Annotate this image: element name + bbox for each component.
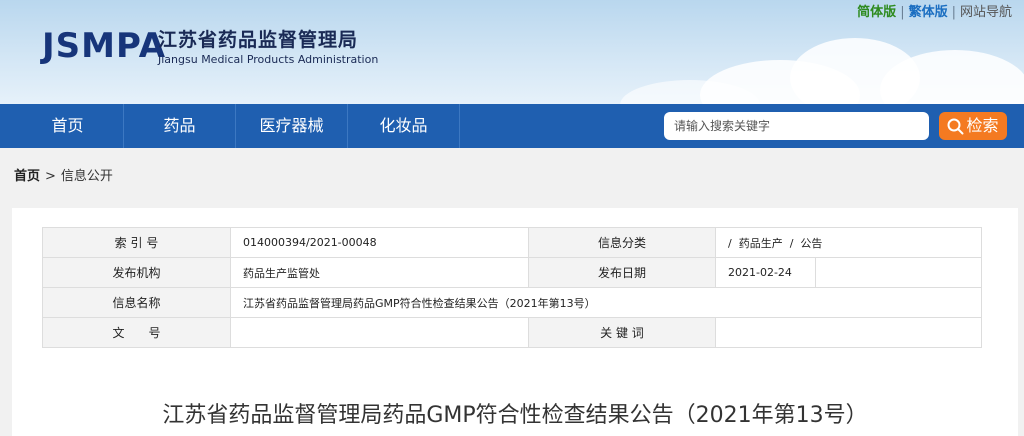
document-number-value (230, 317, 529, 348)
info-name-value: 江苏省药品监督管理局药品GMP符合性检查结果公告（2021年第13号） (230, 287, 982, 318)
publisher-value: 药品生产监管处 (230, 257, 529, 288)
breadcrumb-home[interactable]: 首页 (14, 169, 40, 184)
link-separator: | (900, 5, 905, 20)
keywords-value (715, 317, 982, 348)
nav-item-cosmetics[interactable]: 化妆品 (348, 104, 460, 148)
link-separator: | (951, 5, 956, 20)
table-row: 索 引 号 014000394/2021-00048 信息分类 / 药品生产 /… (42, 227, 982, 258)
article-title: 江苏省药品监督管理局药品GMP符合性检查结果公告（2021年第13号） (162, 403, 868, 428)
empty-cell (815, 257, 982, 288)
category-value: / 药品生产 / 公告 (715, 227, 982, 258)
nav-item-home[interactable]: 首页 (12, 104, 124, 148)
keywords-label: 关 键 词 (528, 317, 716, 348)
info-name-label: 信息名称 (42, 287, 231, 318)
simplified-link[interactable]: 简体版 (857, 4, 896, 22)
search-icon (947, 118, 964, 134)
site-title-cn: 江苏省药品监督管理局 (158, 29, 359, 51)
index-number-value: 014000394/2021-00048 (230, 227, 529, 258)
publish-date-value: 2021-02-24 (715, 257, 816, 288)
traditional-link[interactable]: 繁体版 (909, 4, 948, 22)
header-banner: JSMPA 江苏省药品监督管理局 Jiangsu Medical Product… (0, 0, 1024, 104)
info-metadata-table: 索 引 号 014000394/2021-00048 信息分类 / 药品生产 /… (42, 227, 982, 348)
site-logo[interactable]: JSMPA (42, 26, 166, 66)
search-input[interactable] (664, 112, 929, 140)
category-label: 信息分类 (528, 227, 716, 258)
publisher-label: 发布机构 (42, 257, 231, 288)
table-row: 信息名称 江苏省药品监督管理局药品GMP符合性检查结果公告（2021年第13号） (42, 287, 982, 318)
breadcrumb-separator: > (45, 169, 56, 184)
nav-item-drugs[interactable]: 药品 (124, 104, 236, 148)
table-row: 发布机构 药品生产监管处 发布日期 2021-02-24 (42, 257, 982, 288)
content-panel: 索 引 号 014000394/2021-00048 信息分类 / 药品生产 /… (12, 208, 1018, 436)
nav-item-medical-devices[interactable]: 医疗器械 (236, 104, 348, 148)
index-number-label: 索 引 号 (42, 227, 231, 258)
site-title-en: Jiangsu Medical Products Administration (158, 53, 379, 66)
top-links: 简体版 | 繁体版 | 网站导航 (857, 4, 1012, 22)
search-button[interactable]: 检索 (939, 112, 1007, 140)
breadcrumb-current[interactable]: 信息公开 (61, 169, 113, 184)
document-number-label: 文 号 (42, 317, 231, 348)
main-nav: 首页 药品 医疗器械 化妆品 检索 (0, 104, 1024, 148)
breadcrumb: 首页 > 信息公开 (14, 168, 113, 186)
search-button-label: 检索 (966, 116, 999, 135)
site-nav-link[interactable]: 网站导航 (960, 4, 1012, 22)
table-row: 文 号 关 键 词 (42, 317, 982, 348)
publish-date-label: 发布日期 (528, 257, 716, 288)
